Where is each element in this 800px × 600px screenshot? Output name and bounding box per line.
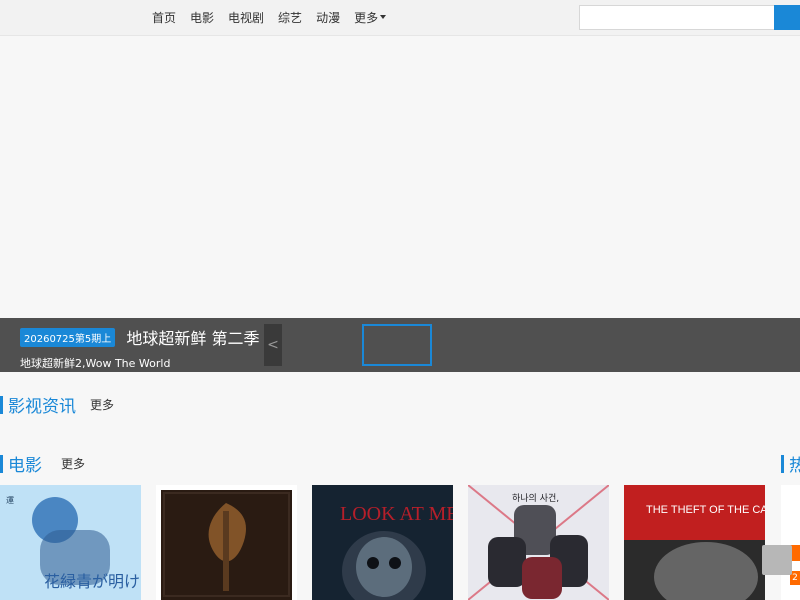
nav-more-dropdown[interactable]: 更多 [354, 9, 387, 26]
section-news-more-link[interactable]: 更多 [90, 396, 114, 413]
hero-prev-button[interactable]: < [264, 324, 282, 366]
back-to-top-button[interactable] [762, 545, 792, 575]
nav-item-anime[interactable]: 动漫 [316, 9, 340, 26]
section-accent-bar [781, 454, 784, 473]
section-accent-bar [0, 454, 3, 473]
hero-caption: 20260725第5期上 地球超新鲜 第二季 地球超新鲜2,Wow The Wo… [20, 325, 259, 371]
movie-poster: 運 花緑青が明ける日に [0, 485, 141, 600]
poster-title-text: 花緑青が明ける日に [44, 573, 141, 591]
movie-card[interactable]: 運 花緑青が明ける日に [0, 485, 141, 600]
movie-poster: LOOK AT ME [312, 485, 453, 600]
poster-text: 運 [6, 496, 14, 505]
nav-item-movies[interactable]: 电影 [190, 9, 214, 26]
nav-item-variety[interactable]: 综艺 [278, 9, 302, 26]
section-hot-header: 热 [781, 451, 800, 476]
hero-caption-bar: 20260725第5期上 地球超新鲜 第二季 地球超新鲜2,Wow The Wo… [0, 318, 800, 372]
hot-list-edge: 2 [781, 485, 800, 600]
movie-card[interactable]: LOOK AT ME [312, 485, 453, 600]
search-button[interactable] [774, 5, 800, 30]
movie-card[interactable] [156, 485, 297, 600]
search-input[interactable] [579, 5, 774, 30]
search-bar [579, 5, 800, 30]
section-news-title: 影视资讯 [8, 397, 76, 417]
poster-title-text: LOOK AT ME [340, 503, 453, 525]
movie-card[interactable]: 하나의 사건, [468, 485, 609, 600]
section-movies-title: 电影 [8, 456, 42, 476]
nav-item-home[interactable]: 首页 [152, 9, 176, 26]
hero-banner[interactable] [0, 36, 800, 318]
movie-card[interactable]: THE THEFT OF THE CARAVAGGIO [624, 485, 765, 600]
section-news-header: 影视资讯 更多 [0, 392, 114, 417]
hero-thumbnail-active[interactable] [362, 324, 432, 366]
episode-badge: 20260725第5期上 [20, 327, 116, 347]
nav-more-label: 更多 [354, 11, 379, 25]
movie-grid: 運 花緑青が明ける日に LOOK AT ME [0, 485, 800, 600]
search-icon [774, 5, 800, 30]
section-accent-bar [0, 395, 3, 414]
poster-title-text: THE THEFT OF THE CARAVAGGIO [646, 504, 765, 516]
section-hot-title: 热 [789, 456, 800, 476]
hero-subtitle: 地球超新鲜2,Wow The World [20, 357, 171, 370]
chevron-left-icon: < [267, 337, 279, 353]
nav-item-tv[interactable]: 电视剧 [228, 9, 264, 26]
movie-poster: 하나의 사건, [468, 485, 609, 600]
poster-text: 하나의 사건, [512, 493, 559, 504]
section-movies-more-link[interactable]: 更多 [61, 455, 85, 472]
top-navbar: 首页 电影 电视剧 综艺 动漫 更多 [0, 0, 800, 36]
section-movies-header: 电影 更多 [0, 451, 85, 476]
main-nav: 首页 电影 电视剧 综艺 动漫 更多 [152, 0, 400, 35]
movie-poster [156, 485, 297, 600]
chevron-down-icon [380, 14, 387, 19]
hero-title[interactable]: 地球超新鲜 第二季 [126, 325, 259, 349]
movie-poster: THE THEFT OF THE CARAVAGGIO [624, 485, 765, 600]
